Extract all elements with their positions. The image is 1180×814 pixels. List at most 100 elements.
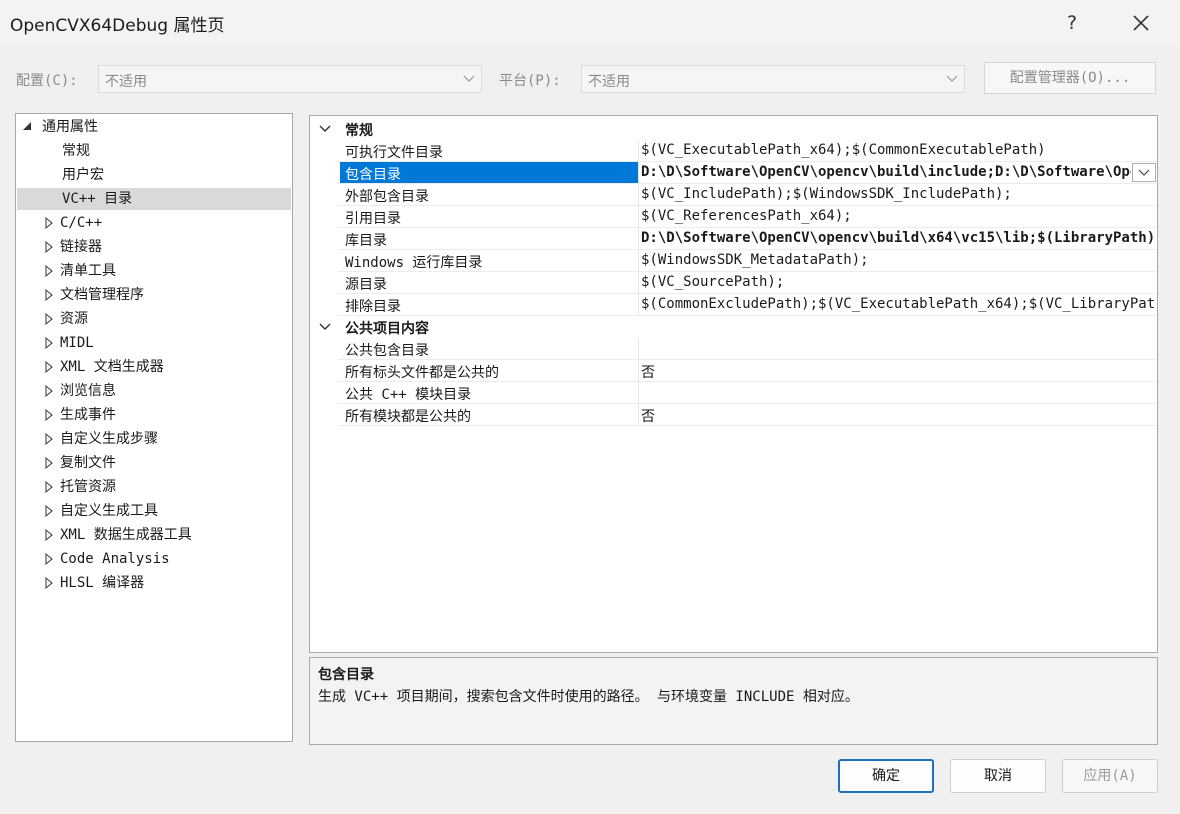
collapsed-triangle-icon <box>45 481 53 493</box>
chevron-down-icon <box>1138 169 1150 176</box>
apply-button[interactable]: 应用(A) <box>1062 759 1158 793</box>
ok-button[interactable]: 确定 <box>838 759 934 793</box>
help-button[interactable]: ? <box>1054 6 1090 40</box>
tree-item-label: 常规 <box>62 143 90 159</box>
value-dropdown-button[interactable] <box>1132 163 1156 182</box>
expanded-triangle-icon <box>23 122 31 130</box>
tree-item[interactable]: 自定义生成步骤 <box>17 428 291 450</box>
property-row[interactable]: 公共包含目录 <box>310 338 1157 360</box>
property-row[interactable]: 库目录 D:\D\Software\OpenCV\opencv\build\x64… <box>310 228 1157 250</box>
cancel-button[interactable]: 取消 <box>950 759 1046 793</box>
property-name: Windows 运行库目录 <box>345 255 483 271</box>
tree-item[interactable]: 链接器 <box>17 236 291 258</box>
collapsed-triangle-icon <box>45 313 53 325</box>
tree-root-label: 通用属性 <box>42 119 98 135</box>
collapsed-triangle-icon <box>45 241 53 253</box>
property-row[interactable]: Windows 运行库目录 $(WindowsSDK_MetadataPath); <box>310 250 1157 272</box>
close-button[interactable] <box>1122 6 1160 40</box>
tree-item-label: Code Analysis <box>60 551 170 567</box>
description-panel: 包含目录 生成 VC++ 项目期间，搜索包含文件时使用的路径。 与环境变量 IN… <box>309 657 1158 745</box>
column-divider <box>638 250 639 272</box>
property-value[interactable]: D:\D\Software\OpenCV\opencv\build\includ… <box>641 164 1131 180</box>
tree-item-label: XML 文档生成器 <box>60 359 164 375</box>
tree-item[interactable]: HLSL 编译器 <box>17 572 291 594</box>
tree-item-label: VC++ 目录 <box>62 191 133 207</box>
tree-item-label: 托管资源 <box>60 479 116 495</box>
description-title: 包含目录 <box>318 667 374 683</box>
column-divider <box>638 162 639 184</box>
category-public-project-content[interactable]: 公共项目内容 <box>310 316 1157 338</box>
property-row[interactable]: 源目录 $(VC_SourcePath); <box>310 272 1157 294</box>
property-row[interactable]: 所有模块都是公共的 否 <box>310 404 1157 426</box>
property-row[interactable]: 引用目录 $(VC_ReferencesPath_x64); <box>310 206 1157 228</box>
config-label: 配置(C): <box>16 73 78 89</box>
collapse-chevron-icon[interactable] <box>318 123 332 135</box>
category-general[interactable]: 常规 <box>310 118 1157 140</box>
property-name: 公共 C++ 模块目录 <box>345 387 472 403</box>
tree-item[interactable]: 用户宏 <box>17 164 291 186</box>
property-row[interactable]: 外部包含目录 $(VC_IncludePath);$(WindowsSDK_Inc… <box>310 184 1157 206</box>
collapsed-triangle-icon <box>45 265 53 277</box>
column-divider <box>638 228 639 250</box>
tree-item[interactable]: XML 数据生成器工具 <box>17 524 291 546</box>
tree-item-label: 复制文件 <box>60 455 116 471</box>
tree-item-label: 浏览信息 <box>60 383 116 399</box>
tree-item-label: 链接器 <box>60 239 102 255</box>
collapsed-triangle-icon <box>45 505 53 517</box>
collapsed-triangle-icon <box>45 577 53 589</box>
tree-item-label: 自定义生成步骤 <box>60 431 158 447</box>
tree-item[interactable]: 复制文件 <box>17 452 291 474</box>
configuration-manager-button[interactable]: 配置管理器(O)... <box>984 62 1156 94</box>
property-row[interactable]: 包含目录 D:\D\Software\OpenCV\opencv\build\in… <box>310 162 1157 184</box>
property-name: 所有标头文件都是公共的 <box>345 365 499 381</box>
property-value: $(VC_ReferencesPath_x64); <box>641 208 852 224</box>
property-row[interactable]: 所有标头文件都是公共的 否 <box>310 360 1157 382</box>
platform-select[interactable]: 不适用 <box>581 65 965 93</box>
property-value: $(CommonExcludePath);$(VC_ExecutablePath… <box>641 296 1155 312</box>
property-name: 包含目录 <box>345 167 401 183</box>
property-row[interactable]: 公共 C++ 模块目录 <box>310 382 1157 404</box>
tree-item-label: 资源 <box>60 311 88 327</box>
collapsed-triangle-icon <box>45 217 53 229</box>
config-select[interactable]: 不适用 <box>98 65 482 93</box>
column-divider <box>638 294 639 316</box>
column-divider <box>638 184 639 206</box>
config-select-value: 不适用 <box>105 74 147 90</box>
description-text: 生成 VC++ 项目期间，搜索包含文件时使用的路径。 与环境变量 INCLUDE… <box>318 689 859 705</box>
tree-item[interactable]: VC++ 目录 <box>17 188 291 210</box>
property-name: 所有模块都是公共的 <box>345 409 471 425</box>
tree-item[interactable]: 托管资源 <box>17 476 291 498</box>
collapsed-triangle-icon <box>45 409 53 421</box>
collapsed-triangle-icon <box>45 337 53 349</box>
collapse-chevron-icon[interactable] <box>318 321 332 333</box>
tree-item[interactable]: 自定义生成工具 <box>17 500 291 522</box>
property-value: $(VC_SourcePath); <box>641 274 785 290</box>
property-row[interactable]: 排除目录 $(CommonExcludePath);$(VC_Executable… <box>310 294 1157 316</box>
tree-item[interactable]: 清单工具 <box>17 260 291 282</box>
platform-select-value: 不适用 <box>588 74 630 90</box>
tree-item[interactable]: 浏览信息 <box>17 380 291 402</box>
property-value: 否 <box>641 409 655 425</box>
tree-item[interactable]: 文档管理程序 <box>17 284 291 306</box>
collapsed-triangle-icon <box>45 361 53 373</box>
column-divider <box>638 140 639 162</box>
collapsed-triangle-icon <box>45 289 53 301</box>
property-grid: 常规 可执行文件目录 $(VC_ExecutablePath_x64);$(Comm… <box>309 115 1158 653</box>
collapsed-triangle-icon <box>45 553 53 565</box>
tree-item-label: 用户宏 <box>62 167 104 183</box>
property-name: 外部包含目录 <box>345 189 429 205</box>
tree-item[interactable]: 生成事件 <box>17 404 291 426</box>
tree-item[interactable]: Code Analysis <box>17 548 291 570</box>
tree-item[interactable]: C/C++ <box>17 212 291 234</box>
window-title: OpenCVX64Debug 属性页 <box>10 16 225 36</box>
column-divider <box>638 272 639 294</box>
tree-item-label: 自定义生成工具 <box>60 503 158 519</box>
property-row[interactable]: 可执行文件目录 $(VC_ExecutablePath_x64);$(Common… <box>310 140 1157 162</box>
tree-item[interactable]: 资源 <box>17 308 291 330</box>
tree-item-label: 文档管理程序 <box>60 287 144 303</box>
tree-item[interactable]: XML 文档生成器 <box>17 356 291 378</box>
row-divider <box>338 425 1157 426</box>
property-value: D:\D\Software\OpenCV\opencv\build\x64\vc… <box>641 230 1155 246</box>
tree-item[interactable]: MIDL <box>17 332 291 354</box>
tree-item[interactable]: 常规 <box>17 140 291 162</box>
